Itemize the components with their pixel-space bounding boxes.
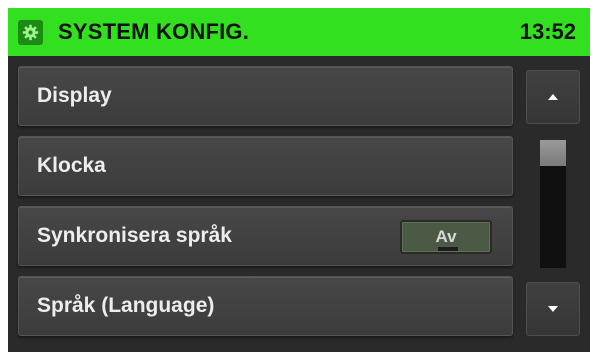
menu-item-label: Språk (Language) <box>37 294 215 317</box>
scrollbar-thumb[interactable] <box>540 140 566 166</box>
menu-item-display[interactable]: Display <box>18 66 513 126</box>
clock: 13:52 <box>519 19 576 44</box>
menu-item-language[interactable]: Språk (Language) <box>18 276 513 336</box>
triangle-up-icon <box>547 88 559 106</box>
menu-item-klocka[interactable]: Klocka <box>18 136 513 196</box>
menu-item-label: Synkronisera språk <box>37 224 232 247</box>
scroll-down-button[interactable] <box>526 282 580 336</box>
gear-icon <box>18 20 43 45</box>
menu-panel: Display Klocka Synkronisera språk Av Spr… <box>8 56 590 352</box>
scrollbar-track[interactable] <box>540 140 566 268</box>
triangle-down-icon <box>547 300 559 318</box>
scroll-up-button[interactable] <box>526 70 580 124</box>
menu-item-label: Klocka <box>37 154 106 177</box>
toggle-value: Av <box>435 227 457 246</box>
toggle-indicator <box>438 247 458 251</box>
title-bar: SYSTEM KONFIG. 13:52 <box>8 8 590 56</box>
sync-language-toggle[interactable]: Av <box>400 220 492 254</box>
menu-item-sync-language[interactable]: Synkronisera språk Av <box>18 206 513 266</box>
system-config-screen: SYSTEM KONFIG. 13:52 Display Klocka Synk… <box>0 0 598 359</box>
page-title: SYSTEM KONFIG. <box>58 19 250 44</box>
menu-item-label: Display <box>37 84 112 107</box>
